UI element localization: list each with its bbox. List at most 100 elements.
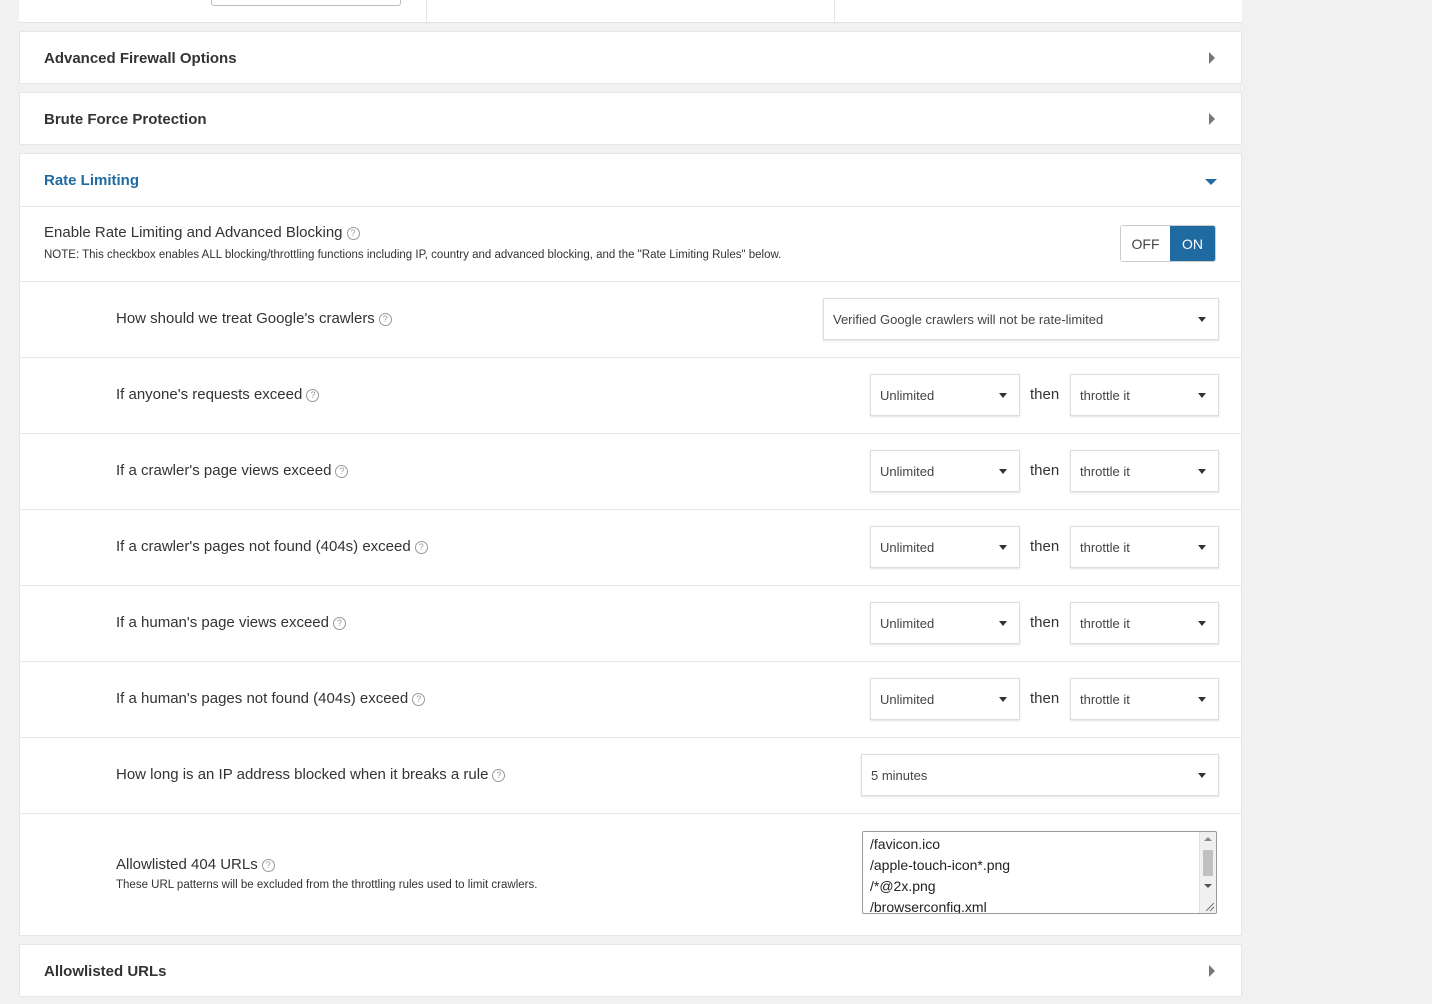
help-icon[interactable]: ? [412,693,426,706]
help-icon[interactable]: ? [306,389,320,402]
select-value: Unlimited [880,463,935,479]
block-duration-label-wrap: How long is an IP address blocked when i… [116,766,506,783]
chevron-right-icon[interactable] [1209,52,1215,64]
rule-action-select[interactable]: throttle it [1070,526,1219,568]
scrollbar-thumb[interactable] [1203,850,1213,876]
rule-label: If anyone's requests exceed [116,386,303,403]
select-value: throttle it [1080,387,1130,403]
help-icon[interactable]: ? [261,859,275,872]
block-duration-row: How long is an IP address blocked when i… [20,737,1241,813]
rule-row: If a crawler's pages not found (404s) ex… [20,509,1241,585]
toggle-on-button[interactable]: ON [1170,226,1215,261]
rule-limit-select[interactable]: Unlimited [870,602,1020,644]
then-label: then [1030,462,1060,479]
enable-note: NOTE: This checkbox enables ALL blocking… [44,249,782,261]
chevron-right-icon[interactable] [1209,965,1215,977]
textarea-lines: /favicon.ico /apple-touch-icon*.png /*@2… [863,832,1216,914]
select-value: throttle it [1080,463,1130,479]
caret-down-icon [1198,317,1206,322]
allowlisted-404-label: Allowlisted 404 URLs [116,856,258,873]
enable-label: Enable Rate Limiting and Advanced Blocki… [44,224,343,241]
select-value: throttle it [1080,615,1130,631]
rule-label: If a crawler's pages not found (404s) ex… [116,538,411,555]
help-icon[interactable]: ? [346,227,360,240]
allowlisted-404-textarea[interactable]: /favicon.ico /apple-touch-icon*.png /*@2… [862,831,1217,914]
panel-allowlisted-urls[interactable]: Allowlisted URLs [19,944,1242,997]
rule-row: If anyone's requests exceed? Unlimited t… [20,357,1241,433]
caret-down-icon [999,621,1007,626]
rule-action-select[interactable]: throttle it [1070,678,1219,720]
resize-handle-icon[interactable] [1206,903,1214,911]
enable-label-wrap: Enable Rate Limiting and Advanced Blocki… [44,224,360,241]
caret-down-icon [1198,621,1206,626]
rule-row: If a human's page views exceed? Unlimite… [20,585,1241,661]
select-value: Unlimited [880,615,935,631]
panel-advanced-firewall-options[interactable]: Advanced Firewall Options [19,31,1242,84]
select-value: throttle it [1080,539,1130,555]
rule-action-select[interactable]: throttle it [1070,450,1219,492]
block-duration-select[interactable]: 5 minutes [861,754,1219,796]
rule-label-wrap: If a human's page views exceed? [116,614,346,631]
rule-label-wrap: If a human's pages not found (404s) exce… [116,690,426,707]
help-icon[interactable]: ? [335,465,349,478]
rule-label-wrap: If a crawler's pages not found (404s) ex… [116,538,428,555]
then-label: then [1030,386,1060,403]
url-line: /favicon.ico [870,836,941,852]
rule-label-wrap: If anyone's requests exceed? [116,386,320,403]
then-label: then [1030,538,1060,555]
chevron-right-icon[interactable] [1209,113,1215,125]
select-value: throttle it [1080,691,1130,707]
rule-limit-select[interactable]: Unlimited [870,450,1020,492]
previous-section-strip [19,0,1242,23]
scroll-up-icon[interactable] [1204,837,1212,841]
panel-rate-limiting: Rate Limiting Enable Rate Limiting and A… [19,153,1242,936]
help-icon[interactable]: ? [492,769,506,782]
google-crawlers-row: How should we treat Google's crawlers? V… [20,281,1241,357]
rule-label: If a crawler's page views exceed [116,462,332,479]
rule-limit-select[interactable]: Unlimited [870,374,1020,416]
url-line: /browserconfig.xml [870,899,987,914]
panel-title: Advanced Firewall Options [44,49,237,67]
select-value: Verified Google crawlers will not be rat… [833,311,1104,327]
allowlisted-404-note: These URL patterns will be excluded from… [116,879,538,891]
rule-limit-select[interactable]: Unlimited [870,526,1020,568]
rate-limiting-toggle[interactable]: OFF ON [1120,225,1216,262]
select-value: Unlimited [880,387,935,403]
panel-title: Rate Limiting [44,171,140,189]
scroll-down-icon[interactable] [1204,884,1212,888]
select-value: 5 minutes [871,767,928,783]
panel-title: Allowlisted URLs [44,962,167,980]
allowlisted-404-label-wrap: Allowlisted 404 URLs? [116,856,275,873]
then-label: then [1030,614,1060,631]
url-line: /*@2x.png [870,878,936,894]
caret-down-icon [999,393,1007,398]
help-icon[interactable]: ? [333,617,346,630]
caret-down-icon [999,697,1007,702]
column-divider [834,0,835,22]
caret-down-icon [1198,469,1206,474]
caret-down-icon [1198,773,1206,778]
rule-action-select[interactable]: throttle it [1070,602,1219,644]
chevron-down-icon[interactable] [1205,179,1217,185]
rule-label-wrap: If a crawler's page views exceed? [116,462,349,479]
previous-input-field[interactable] [211,0,401,6]
rule-label: If a human's page views exceed [116,614,329,631]
select-value: Unlimited [880,539,935,555]
help-icon[interactable]: ? [414,541,428,554]
panel-header[interactable]: Rate Limiting [20,154,1241,206]
textarea-scrollbar[interactable] [1199,832,1216,913]
help-icon[interactable]: ? [378,313,392,326]
rule-label: If a human's pages not found (404s) exce… [116,690,409,707]
rule-limit-select[interactable]: Unlimited [870,678,1020,720]
column-divider [426,0,427,22]
google-crawlers-label: How should we treat Google's crawlers [116,310,375,327]
google-crawlers-select[interactable]: Verified Google crawlers will not be rat… [823,298,1219,340]
panel-title: Brute Force Protection [44,110,207,128]
rule-row: If a crawler's page views exceed? Unlimi… [20,433,1241,509]
panel-brute-force-protection[interactable]: Brute Force Protection [19,92,1242,145]
caret-down-icon [1198,545,1206,550]
rule-row: If a human's pages not found (404s) exce… [20,661,1241,737]
toggle-off-button[interactable]: OFF [1121,226,1170,261]
google-crawlers-label-wrap: How should we treat Google's crawlers? [116,310,392,327]
rule-action-select[interactable]: throttle it [1070,374,1219,416]
